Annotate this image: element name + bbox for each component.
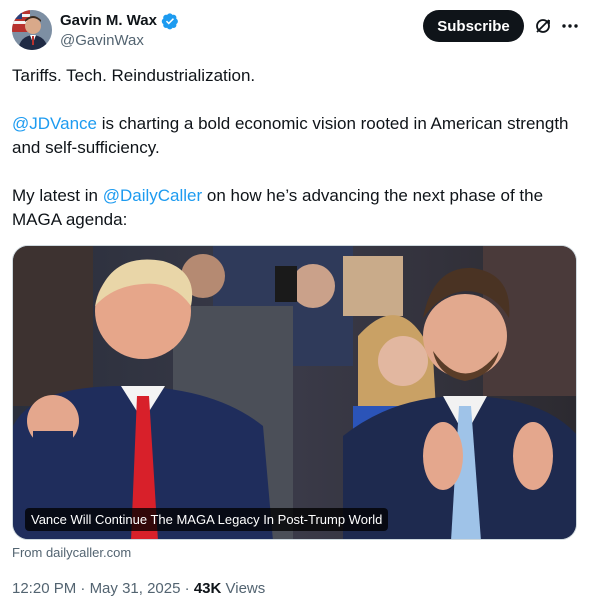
- mention-jdvance-link[interactable]: @JDVance: [12, 114, 97, 133]
- tweet-meta: 12:20 PM · May 31, 2025 · 43K Views: [12, 580, 265, 597]
- tweet-paragraph-3: My latest in @DailyCaller on how he’s ad…: [12, 184, 572, 232]
- article-photo: [13, 246, 576, 539]
- grok-icon[interactable]: [533, 16, 553, 36]
- verified-badge-icon[interactable]: [161, 12, 179, 30]
- tweet-header: Gavin M. Wax @GavinWax Subscribe: [12, 10, 579, 52]
- link-card[interactable]: Vance Will Continue The MAGA Legacy In P…: [12, 245, 577, 540]
- mention-dailycaller-link[interactable]: @DailyCaller: [103, 186, 202, 205]
- views-label: Views: [221, 580, 266, 597]
- meta-separator: ·: [76, 580, 90, 597]
- tweet-date[interactable]: May 31, 2025: [90, 580, 181, 597]
- card-headline[interactable]: Vance Will Continue The MAGA Legacy In P…: [25, 508, 389, 531]
- card-source[interactable]: From dailycaller.com: [12, 545, 131, 560]
- author-name[interactable]: Gavin M. Wax: [60, 11, 157, 31]
- avatar[interactable]: [12, 10, 52, 50]
- author-handle[interactable]: @GavinWax: [60, 31, 179, 51]
- subscribe-button[interactable]: Subscribe: [423, 10, 524, 42]
- meta-separator-2: ·: [180, 580, 194, 597]
- tweet-text: Tariffs. Tech. Reindustrialization. @JDV…: [12, 64, 572, 232]
- tweet-line-1: Tariffs. Tech. Reindustrialization.: [12, 66, 256, 85]
- tweet-paragraph-3-pre: My latest in: [12, 186, 103, 205]
- views-count: 43K: [193, 580, 222, 597]
- more-options-icon[interactable]: [560, 16, 580, 36]
- tweet-paragraph-2: @JDVance is charting a bold economic vis…: [12, 112, 572, 160]
- tweet-time[interactable]: 12:20 PM: [12, 580, 76, 597]
